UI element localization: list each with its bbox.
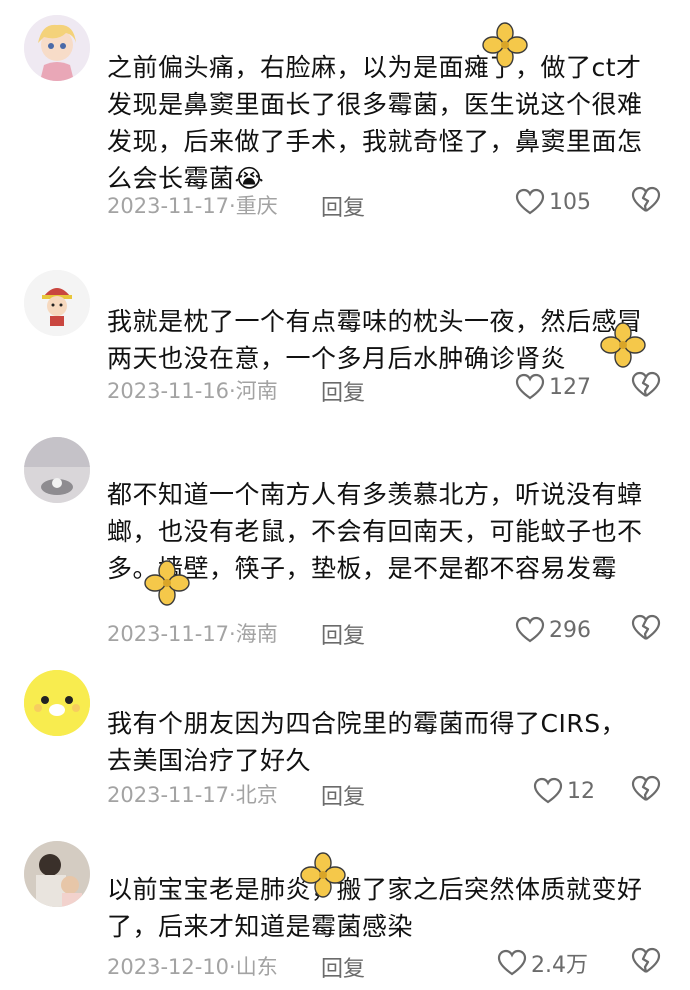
avatar[interactable] bbox=[24, 270, 90, 336]
like-button[interactable]: 12 bbox=[533, 775, 595, 807]
reply-button[interactable]: 回复 bbox=[321, 618, 365, 650]
like-count: 127 bbox=[549, 374, 591, 400]
photo-avatar-icon bbox=[24, 437, 90, 503]
reply-button[interactable]: 回复 bbox=[321, 779, 365, 811]
heart-icon bbox=[533, 777, 563, 804]
avatar[interactable] bbox=[24, 15, 90, 81]
yellow-chick-avatar-icon bbox=[24, 670, 90, 736]
reply-button[interactable]: 回复 bbox=[321, 190, 365, 222]
like-button[interactable]: 105 bbox=[515, 186, 591, 218]
like-button[interactable]: 2.4万 bbox=[497, 947, 588, 979]
photo-avatar-icon bbox=[24, 841, 90, 907]
comment-meta: 2023-11-17·重庆 回复 105 bbox=[107, 186, 670, 222]
comment-text: 我就是枕了一个有点霉味的枕头一夜，然后感冒两天也没在意，一个多月后水肿确诊肾炎 bbox=[107, 307, 643, 373]
heart-icon bbox=[515, 616, 545, 643]
comment-date-location: 2023-11-17·重庆 bbox=[107, 194, 278, 218]
heart-icon bbox=[515, 188, 545, 215]
broken-heart-icon bbox=[631, 371, 661, 397]
comment-text: 以前宝宝老是肺炎，搬了家之后突然体质就变好了，后来才知道是霉菌感染 bbox=[107, 875, 643, 941]
broken-heart-icon bbox=[631, 614, 661, 640]
dislike-button[interactable] bbox=[631, 371, 661, 404]
reply-button[interactable]: 回复 bbox=[321, 951, 365, 983]
like-button[interactable]: 127 bbox=[515, 371, 591, 403]
flower-sticker-icon bbox=[482, 22, 528, 68]
dislike-button[interactable] bbox=[631, 947, 661, 980]
reply-button[interactable]: 回复 bbox=[321, 375, 365, 407]
comment-text: 我有个朋友因为四合院里的霉菌而得了CIRS，去美国治疗了好久 bbox=[107, 709, 627, 775]
comment-date-location: 2023-11-17·北京 bbox=[107, 783, 278, 807]
flower-sticker-icon bbox=[600, 322, 646, 368]
comment-meta: 2023-11-17·海南 回复 296 bbox=[107, 614, 670, 650]
flower-sticker-icon bbox=[144, 560, 190, 606]
like-button[interactable]: 296 bbox=[515, 614, 591, 646]
comment-meta: 2023-11-17·北京 回复 12 bbox=[107, 775, 670, 811]
cartoon-boy-avatar-icon bbox=[24, 270, 90, 336]
like-count: 105 bbox=[549, 189, 591, 215]
comment-meta: 2023-12-10·山东 回复 2.4万 bbox=[107, 947, 670, 983]
like-count: 296 bbox=[549, 617, 591, 643]
comment-date-location: 2023-12-10·山东 bbox=[107, 955, 278, 979]
anime-girl-avatar-icon bbox=[24, 15, 90, 81]
dislike-button[interactable] bbox=[631, 775, 661, 808]
like-count: 12 bbox=[567, 778, 595, 804]
like-count: 2.4万 bbox=[531, 953, 588, 978]
broken-heart-icon bbox=[631, 947, 661, 973]
dislike-button[interactable] bbox=[631, 614, 661, 647]
heart-icon bbox=[497, 949, 527, 976]
broken-heart-icon bbox=[631, 186, 661, 212]
comment-meta: 2023-11-16·河南 回复 127 bbox=[107, 371, 670, 407]
comment-date-location: 2023-11-17·海南 bbox=[107, 622, 278, 646]
broken-heart-icon bbox=[631, 775, 661, 801]
avatar[interactable] bbox=[24, 670, 90, 736]
flower-sticker-icon bbox=[300, 852, 346, 898]
heart-icon bbox=[515, 373, 545, 400]
avatar[interactable] bbox=[24, 841, 90, 907]
comment-text: 之前偏头痛，右脸麻，以为是面瘫了，做了ct才发现是鼻窦里面长了很多霉菌，医生说这… bbox=[107, 53, 643, 193]
comment-date-location: 2023-11-16·河南 bbox=[107, 379, 278, 403]
avatar[interactable] bbox=[24, 437, 90, 503]
dislike-button[interactable] bbox=[631, 186, 661, 219]
